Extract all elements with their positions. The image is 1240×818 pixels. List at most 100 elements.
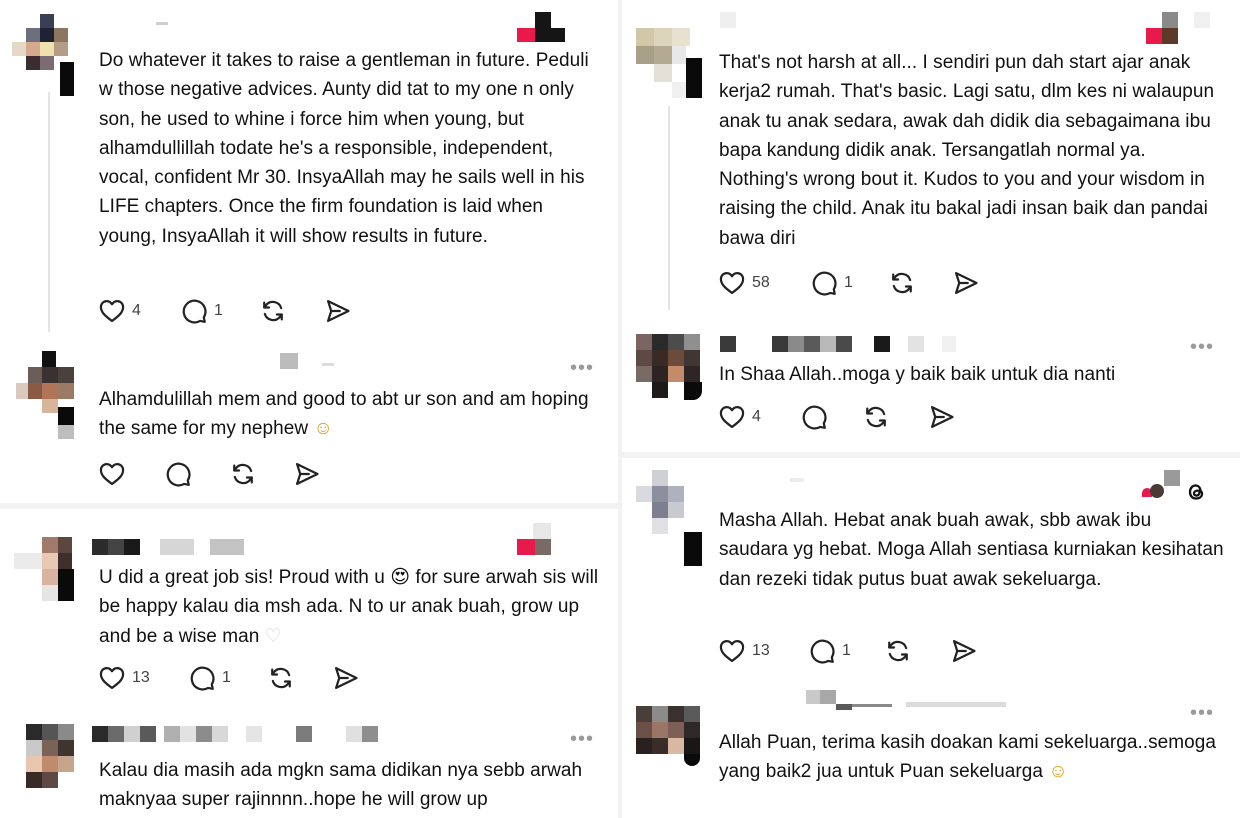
share-button[interactable]: [952, 268, 980, 298]
repost-icon: [884, 637, 912, 665]
avatar[interactable]: [636, 28, 702, 98]
comment-item: ••• Allah Puan, terima kasih doakan kami…: [622, 680, 1240, 818]
share-icon: [293, 460, 321, 488]
share-icon: [324, 297, 352, 325]
like-count: 58: [752, 274, 770, 291]
comment-item: That's not harsh at all... I sendiri pun…: [622, 0, 1240, 320]
repost-icon: [862, 403, 890, 431]
heart-icon: [98, 460, 126, 488]
reply-button[interactable]: 1: [180, 296, 223, 326]
share-button[interactable]: [950, 636, 978, 666]
comment-icon: [808, 637, 836, 665]
like-count: 13: [132, 669, 150, 686]
action-bar: 13 1: [98, 663, 398, 693]
like-button[interactable]: 4: [98, 296, 141, 326]
white-heart-emoji: ♡: [264, 625, 282, 647]
smiling-emoji: ☺: [313, 418, 333, 440]
username-redacted[interactable]: [92, 726, 492, 742]
like-button[interactable]: 4: [718, 402, 761, 432]
comment-text: Alhamdulillah mem and good to abt ur son…: [99, 385, 599, 444]
avatar[interactable]: [636, 470, 702, 566]
comment-text: Do whatever it takes to raise a gentlema…: [99, 50, 589, 247]
comment-item: ••• Alhamdulillah mem and good to abt ur…: [0, 345, 618, 503]
repost-button[interactable]: [267, 663, 295, 693]
threads-logo-icon: [1188, 484, 1204, 500]
comment-text: That's not harsh at all... I sendiri pun…: [719, 52, 1215, 249]
heart-icon: [718, 637, 746, 665]
comment-text: Allah Puan, terima kasih doakan kami sek…: [719, 728, 1224, 787]
comment-icon: [188, 664, 216, 692]
repost-button[interactable]: [884, 636, 912, 666]
heart-icon: [98, 297, 126, 325]
reply-count: 1: [844, 274, 853, 291]
more-options-button[interactable]: •••: [1190, 703, 1214, 723]
comment-text-body: Allah Puan, terima kasih doakan kami sek…: [719, 732, 1217, 783]
more-options-button[interactable]: •••: [570, 729, 594, 749]
reply-button[interactable]: 1: [808, 636, 851, 666]
repost-icon: [267, 664, 295, 692]
heart-icon: [718, 403, 746, 431]
username-redacted[interactable]: [720, 336, 1140, 352]
share-icon: [952, 269, 980, 297]
heart-eyes-emoji: 😍: [390, 567, 411, 588]
repost-icon: [229, 460, 257, 488]
like-button[interactable]: 58: [718, 268, 770, 298]
comment-text-body: Alhamdulillah mem and good to abt ur son…: [99, 389, 589, 440]
comment-icon: [810, 269, 838, 297]
repost-button[interactable]: [259, 296, 287, 326]
avatar[interactable]: [16, 351, 76, 439]
like-button[interactable]: [98, 459, 126, 489]
share-icon: [928, 403, 956, 431]
comment-text: In Shaa Allah..moga y baik baik untuk di…: [719, 364, 1116, 385]
username-redacted[interactable]: [720, 690, 1140, 710]
reply-button[interactable]: 1: [188, 663, 231, 693]
reply-button[interactable]: 1: [810, 268, 853, 298]
comment-item: ••• Kalau dia masih ada mgkn sama didika…: [0, 714, 618, 818]
avatar[interactable]: [12, 14, 74, 96]
repost-button[interactable]: [229, 459, 257, 489]
action-bar: 58 1: [718, 268, 1018, 298]
heart-icon: [718, 269, 746, 297]
like-button[interactable]: 13: [98, 663, 150, 693]
repost-button[interactable]: [862, 402, 890, 432]
like-button[interactable]: 13: [718, 636, 770, 666]
username-redacted[interactable]: [720, 472, 1120, 488]
avatar[interactable]: [636, 706, 700, 776]
avatar[interactable]: [636, 334, 702, 404]
repost-button[interactable]: [888, 268, 916, 298]
action-bar: 4 1: [98, 296, 398, 326]
username-redacted[interactable]: [100, 353, 540, 369]
action-bar: 4: [718, 402, 1018, 432]
username-redacted[interactable]: [92, 539, 492, 555]
like-count: 13: [752, 642, 770, 659]
reply-button[interactable]: [800, 402, 828, 432]
comment-text: U did a great job sis! Proud with u 😍 fo…: [99, 563, 599, 651]
thread-line: [668, 106, 670, 310]
share-button[interactable]: [928, 402, 956, 432]
comment-item: U did a great job sis! Proud with u 😍 fo…: [0, 509, 618, 714]
avatar[interactable]: [14, 537, 74, 607]
share-button[interactable]: [332, 663, 360, 693]
comment-item: ••• In Shaa Allah..moga y baik baik untu…: [622, 320, 1240, 452]
reply-count: 1: [842, 642, 851, 659]
smiling-emoji: ☺: [1048, 761, 1068, 783]
comment-item: Do whatever it takes to raise a gentlema…: [0, 0, 618, 345]
comment-text: Masha Allah. Hebat anak buah awak, sbb a…: [719, 510, 1224, 590]
share-button[interactable]: [293, 459, 321, 489]
reply-count: 1: [214, 302, 223, 319]
share-icon: [332, 664, 360, 692]
heart-icon: [98, 664, 126, 692]
like-count: 4: [752, 408, 761, 425]
username-redacted[interactable]: [720, 12, 1120, 28]
avatar[interactable]: [14, 724, 74, 794]
more-options-button[interactable]: •••: [570, 358, 594, 378]
repost-icon: [888, 269, 916, 297]
comment-icon: [164, 460, 192, 488]
more-options-button[interactable]: •••: [1190, 337, 1214, 357]
share-icon: [950, 637, 978, 665]
share-button[interactable]: [324, 296, 352, 326]
comment-icon: [180, 297, 208, 325]
reply-button[interactable]: [164, 459, 192, 489]
comment-text-part: U did a great job sis! Proud with u: [99, 567, 385, 588]
right-comment-column: That's not harsh at all... I sendiri pun…: [622, 0, 1240, 818]
